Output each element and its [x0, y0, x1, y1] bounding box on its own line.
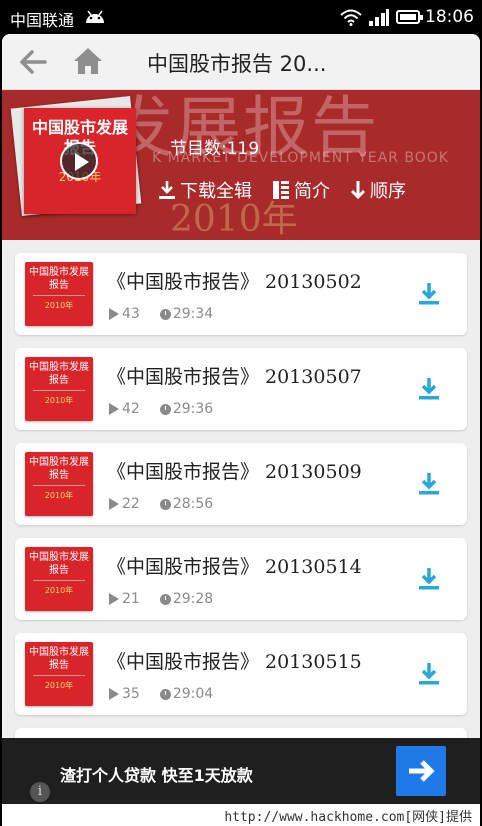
play-icon[interactable] [60, 142, 98, 180]
thumb-divider [33, 675, 85, 676]
list-item[interactable]: 中国股市发展报告 2010年 《中国股市报告》 20130514 21 29:2… [15, 538, 467, 620]
play-count-icon [109, 593, 119, 605]
episode-title: 《中国股市报告》 20130514 [107, 556, 362, 578]
clock-time: 18:06 [425, 7, 474, 27]
duration: 29:04 [172, 686, 214, 702]
episode-count: 节目数:119 [170, 139, 260, 159]
status-bar: 中国联通 18:06 [0, 0, 482, 34]
episode-title: 《中国股市报告》 20130502 [107, 271, 362, 293]
arrow-down-icon [350, 181, 366, 200]
episode-thumbnail: 中国股市发展报告 2010年 [25, 452, 93, 516]
clock-icon [159, 498, 171, 510]
list-item[interactable]: 中国股市发展报告 2010年 《中国股市报告》 20130509 22 28:5… [15, 443, 467, 525]
thumb-divider [33, 485, 85, 486]
battery-icon [396, 10, 423, 24]
episode-list[interactable]: 中国股市发展报告 2010年 《中国股市报告》 20130502 43 29:3… [2, 240, 480, 800]
episode-meta: 42 29:36 [109, 401, 213, 417]
list-item[interactable]: 中国股市发展报告 2010年 《中国股市报告》 20130507 42 29:3… [15, 348, 467, 430]
watermark: http://www.hackhome.com[网侠]提供 [224, 810, 472, 825]
intro-button[interactable]: 简介 [272, 178, 330, 202]
thumb-year: 2010年 [44, 586, 74, 595]
play-count: 42 [122, 401, 140, 417]
duration: 29:34 [172, 306, 214, 322]
thumb-title: 中国股市发展报告 [29, 457, 89, 481]
episode-title: 《中国股市报告》 20130509 [107, 461, 362, 483]
play-count: 35 [122, 686, 140, 702]
download-all-button[interactable]: 下载全辑 [158, 178, 252, 202]
album-cover[interactable]: 中国股市发展报告 2010年 [24, 108, 136, 214]
episode-meta: 35 29:04 [109, 686, 213, 702]
episode-title: 《中国股市报告》 20130515 [107, 651, 362, 673]
download-all-label: 下载全辑 [180, 181, 252, 202]
download-icon [159, 181, 175, 199]
play-count-icon [109, 498, 119, 510]
thumb-year: 2010年 [44, 301, 74, 310]
ad-info-icon[interactable]: i [30, 782, 50, 802]
carrier-label: 中国联通 [10, 11, 75, 30]
duration: 29:36 [172, 401, 214, 417]
clock-icon [159, 308, 171, 320]
android-icon [86, 10, 104, 23]
order-button[interactable]: 顺序 [350, 178, 406, 202]
play-count: 22 [122, 496, 140, 512]
download-icon[interactable] [417, 376, 441, 402]
thumb-divider [33, 295, 85, 296]
home-icon[interactable] [72, 46, 104, 76]
thumb-title: 中国股市发展报告 [29, 267, 89, 291]
episode-meta: 21 29:28 [109, 591, 213, 607]
ad-arrow-button[interactable] [396, 746, 446, 796]
arrow-right-icon [409, 760, 435, 782]
episode-title: 《中国股市报告》 20130507 [107, 366, 362, 388]
thumb-year: 2010年 [44, 491, 74, 500]
episode-thumbnail: 中国股市发展报告 2010年 [25, 642, 93, 706]
episode-meta: 22 28:56 [109, 496, 213, 512]
app-window: 中国股市报告 20... 发展报告 K MARKET DEVELOPMENT Y… [2, 34, 480, 826]
episode-thumbnail: 中国股市发展报告 2010年 [25, 547, 93, 611]
episode-meta: 43 29:34 [109, 306, 213, 322]
list-item[interactable]: 中国股市发展报告 2010年 《中国股市报告》 20130502 43 29:3… [15, 253, 467, 335]
thumb-divider [33, 580, 85, 581]
thumb-title: 中国股市发展报告 [29, 647, 89, 671]
signal-icon [369, 9, 389, 26]
back-arrow-icon[interactable] [18, 48, 48, 76]
document-icon [273, 181, 289, 199]
play-count: 43 [122, 306, 140, 322]
thumb-year: 2010年 [44, 396, 74, 405]
list-item[interactable]: 中国股市发展报告 2010年 《中国股市报告》 20130515 35 29:0… [15, 633, 467, 715]
thumb-title: 中国股市发展报告 [29, 362, 89, 386]
play-count-icon [109, 308, 119, 320]
ad-banner[interactable]: 渣打个人贷款 快至1天放款 i [2, 738, 480, 804]
play-count-icon [109, 688, 119, 700]
order-label: 顺序 [370, 181, 406, 202]
thumb-divider [33, 390, 85, 391]
thumb-title: 中国股市发展报告 [29, 552, 89, 576]
clock-icon [159, 593, 171, 605]
watermark-bar: http://www.hackhome.com[网侠]提供 [2, 804, 480, 826]
play-count: 21 [122, 591, 140, 607]
duration: 28:56 [172, 496, 214, 512]
wifi-icon [340, 9, 362, 26]
episode-thumbnail: 中国股市发展报告 2010年 [25, 357, 93, 421]
episode-thumbnail: 中国股市发展报告 2010年 [25, 262, 93, 326]
intro-label: 简介 [294, 181, 330, 202]
download-icon[interactable] [417, 566, 441, 592]
top-bar: 中国股市报告 20... [2, 34, 480, 90]
download-icon[interactable] [417, 471, 441, 497]
clock-icon [159, 688, 171, 700]
page-title: 中国股市报告 20... [147, 52, 327, 76]
thumb-year: 2010年 [44, 681, 74, 690]
download-icon[interactable] [417, 281, 441, 307]
album-banner: 发展报告 K MARKET DEVELOPMENT YEAR BOOK 2010… [2, 90, 480, 240]
clock-icon [159, 403, 171, 415]
ad-text: 渣打个人贷款 快至1天放款 [60, 766, 253, 785]
duration: 29:28 [172, 591, 214, 607]
play-count-icon [109, 403, 119, 415]
download-icon[interactable] [417, 661, 441, 687]
